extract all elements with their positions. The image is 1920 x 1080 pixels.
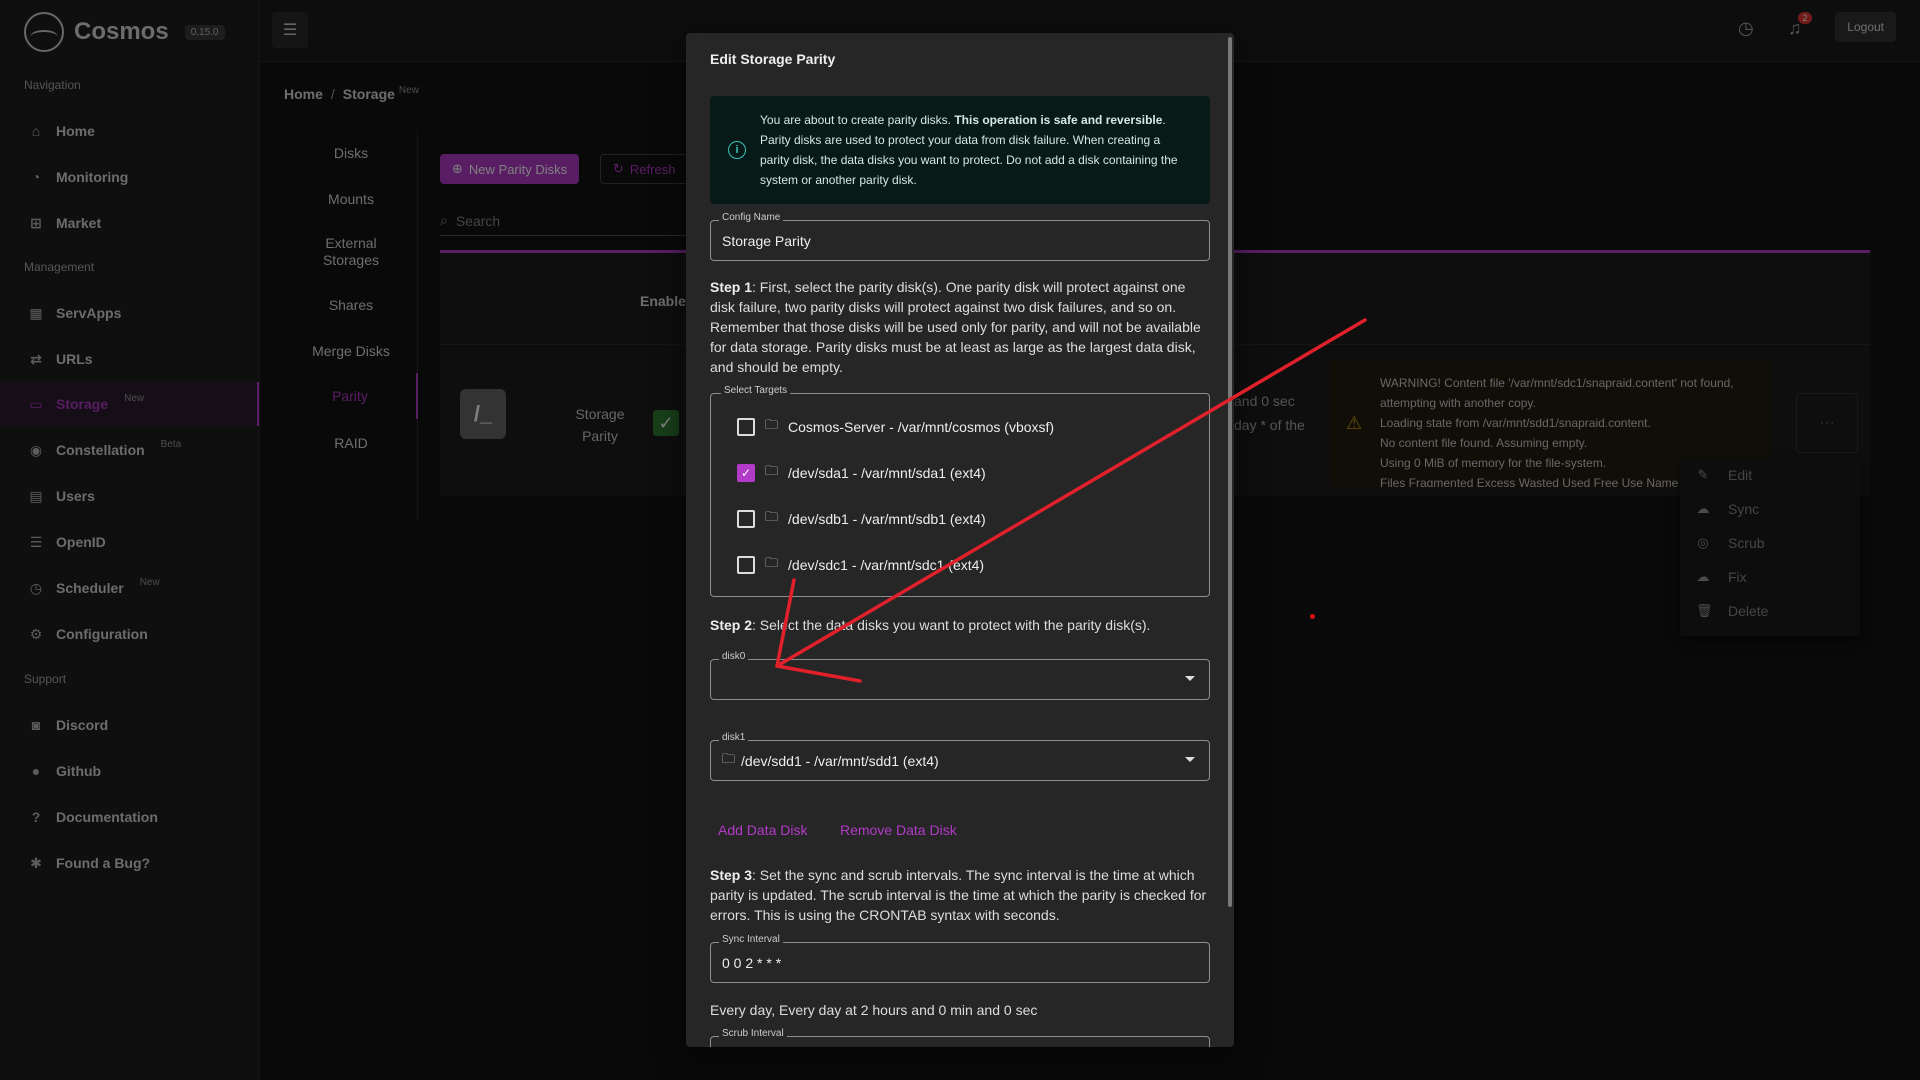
target-option-sdc1[interactable]: 🗀/dev/sdc1 - /var/mnt/sdc1 (ext4) bbox=[737, 554, 984, 576]
checkbox[interactable] bbox=[737, 556, 755, 574]
sync-interval-label: Sync Interval bbox=[719, 934, 783, 945]
target-option-cosmos[interactable]: 🗀 Cosmos-Server - /var/mnt/cosmos (vboxsf… bbox=[737, 416, 1054, 438]
folder-icon: 🗀 bbox=[765, 555, 779, 570]
annotation-dot bbox=[1310, 614, 1315, 619]
target-option-sdb1[interactable]: 🗀/dev/sdb1 - /var/mnt/sdb1 (ext4) bbox=[737, 508, 986, 530]
step1-text: Step 1: First, select the parity disk(s)… bbox=[710, 279, 1201, 375]
checkbox[interactable] bbox=[737, 418, 755, 436]
disk1-select[interactable]: disk1 🗀/dev/sdd1 - /var/mnt/sdd1 (ext4) bbox=[710, 732, 1210, 781]
scrub-interval-label: Scrub Interval bbox=[719, 1028, 787, 1039]
folder-icon: 🗀 bbox=[765, 509, 779, 524]
info-icon: i bbox=[728, 141, 746, 159]
step3-text: Step 3: Set the sync and scrub intervals… bbox=[710, 867, 1207, 923]
add-data-disk-button[interactable]: Add Data Disk bbox=[718, 822, 807, 838]
disk0-label: disk0 bbox=[719, 651, 749, 662]
config-name-label: Config Name bbox=[719, 212, 784, 223]
checkbox-checked[interactable]: ✓ bbox=[737, 464, 755, 482]
sync-interval-field[interactable]: Sync Interval 0 0 2 * * * bbox=[710, 934, 1210, 983]
scrub-interval-field[interactable]: Scrub Interval bbox=[710, 1028, 1210, 1047]
dropdown-caret-icon bbox=[1185, 757, 1195, 762]
select-targets-group: Select Targets 🗀 Cosmos-Server - /var/mnt… bbox=[710, 385, 1210, 597]
folder-icon: 🗀 bbox=[765, 417, 779, 432]
remove-data-disk-button[interactable]: Remove Data Disk bbox=[840, 822, 957, 838]
folder-icon: 🗀 bbox=[765, 463, 779, 478]
dropdown-caret-icon bbox=[1185, 676, 1195, 681]
edit-storage-parity-dialog: Edit Storage Parity i You are about to c… bbox=[686, 33, 1234, 1047]
step2-text: Step 2: Select the data disks you want t… bbox=[710, 617, 1151, 633]
disk0-select[interactable]: disk0 bbox=[710, 651, 1210, 700]
sync-interval-description: Every day, Every day at 2 hours and 0 mi… bbox=[710, 1002, 1038, 1018]
checkbox[interactable] bbox=[737, 510, 755, 528]
folder-icon: 🗀 bbox=[722, 750, 736, 766]
dialog-title: Edit Storage Parity bbox=[710, 51, 836, 67]
dialog-scrollbar[interactable] bbox=[1228, 37, 1232, 907]
select-targets-label: Select Targets bbox=[721, 385, 791, 396]
config-name-field[interactable]: Config Name Storage Parity bbox=[710, 212, 1210, 261]
disk1-label: disk1 bbox=[719, 732, 749, 743]
info-alert: i You are about to create parity disks. … bbox=[710, 96, 1210, 204]
target-option-sda1[interactable]: ✓ 🗀/dev/sda1 - /var/mnt/sda1 (ext4) bbox=[737, 462, 986, 484]
